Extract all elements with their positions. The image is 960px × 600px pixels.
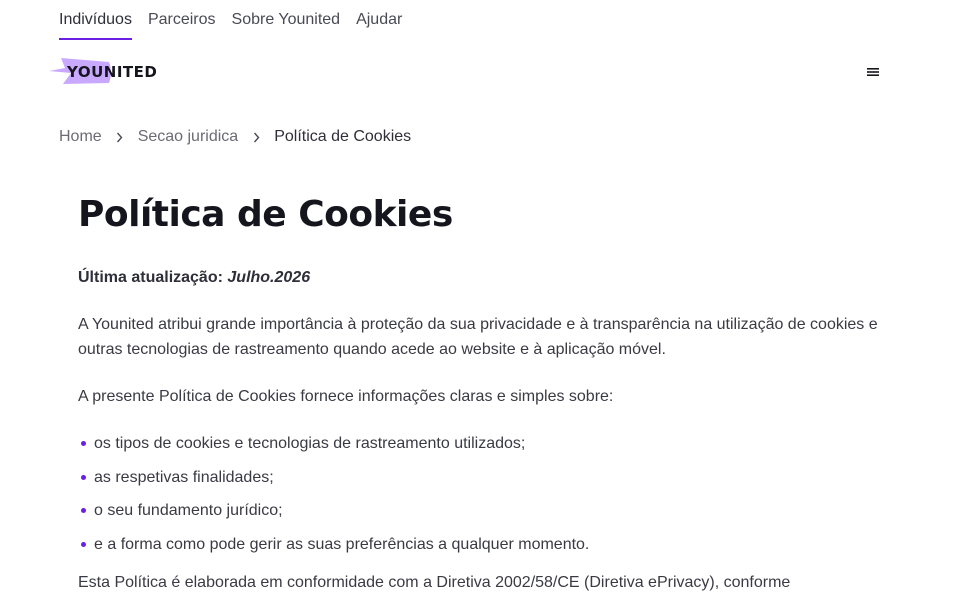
bullet-dot-icon bbox=[81, 541, 86, 547]
intro-paragraph: A Younited atribui grande importância à … bbox=[78, 316, 878, 358]
top-nav-individuos[interactable]: Indivíduos bbox=[59, 0, 132, 40]
chevron-right-icon bbox=[238, 132, 274, 143]
bullet-dot-icon bbox=[81, 508, 86, 513]
list-item: as respetivas finalidades; bbox=[78, 465, 878, 490]
breadcrumb: Home Secao juridica Política de Cookies bbox=[59, 128, 411, 146]
list-item: os tipos de cookies e tecnologias de ras… bbox=[78, 431, 878, 456]
top-nav: Indivíduos Parceiros Sobre Younited Ajud… bbox=[59, 0, 402, 40]
last-updated-label: Última atualização: bbox=[78, 269, 223, 286]
breadcrumb-current: Política de Cookies bbox=[274, 128, 412, 145]
logo-text: YOUNITED bbox=[67, 63, 158, 81]
top-nav-parceiros[interactable]: Parceiros bbox=[148, 0, 216, 40]
last-updated: Última atualização: Julho.2026 bbox=[78, 266, 878, 290]
breadcrumb-home[interactable]: Home bbox=[59, 128, 102, 146]
bullet-dot-icon bbox=[81, 474, 86, 480]
younited-logo[interactable]: YOUNITED bbox=[49, 56, 179, 88]
bullet-dot-icon bbox=[81, 441, 86, 446]
top-nav-ajudar[interactable]: Ajudar bbox=[356, 0, 402, 40]
last-updated-value: Julho.2026 bbox=[227, 269, 311, 286]
list-item: o seu fundamento jurídico; bbox=[78, 498, 878, 523]
main-content: Política de Cookies Última atualização: … bbox=[78, 190, 878, 595]
summary-paragraph: A presente Política de Cookies fornece i… bbox=[78, 388, 614, 405]
list-item: e a forma como pode gerir as suas prefer… bbox=[78, 532, 878, 557]
page-title: Política de Cookies bbox=[78, 194, 453, 235]
top-nav-sobre-younited[interactable]: Sobre Younited bbox=[232, 0, 341, 40]
info-list: os tipos de cookies e tecnologias de ras… bbox=[78, 431, 878, 557]
menu-button[interactable] bbox=[864, 64, 882, 80]
compliance-paragraph: Esta Política é elaborada em conformidad… bbox=[78, 573, 791, 591]
chevron-right-icon bbox=[102, 132, 138, 143]
hamburger-menu-icon bbox=[867, 68, 879, 76]
breadcrumb-secao-juridica[interactable]: Secao juridica bbox=[138, 128, 239, 146]
